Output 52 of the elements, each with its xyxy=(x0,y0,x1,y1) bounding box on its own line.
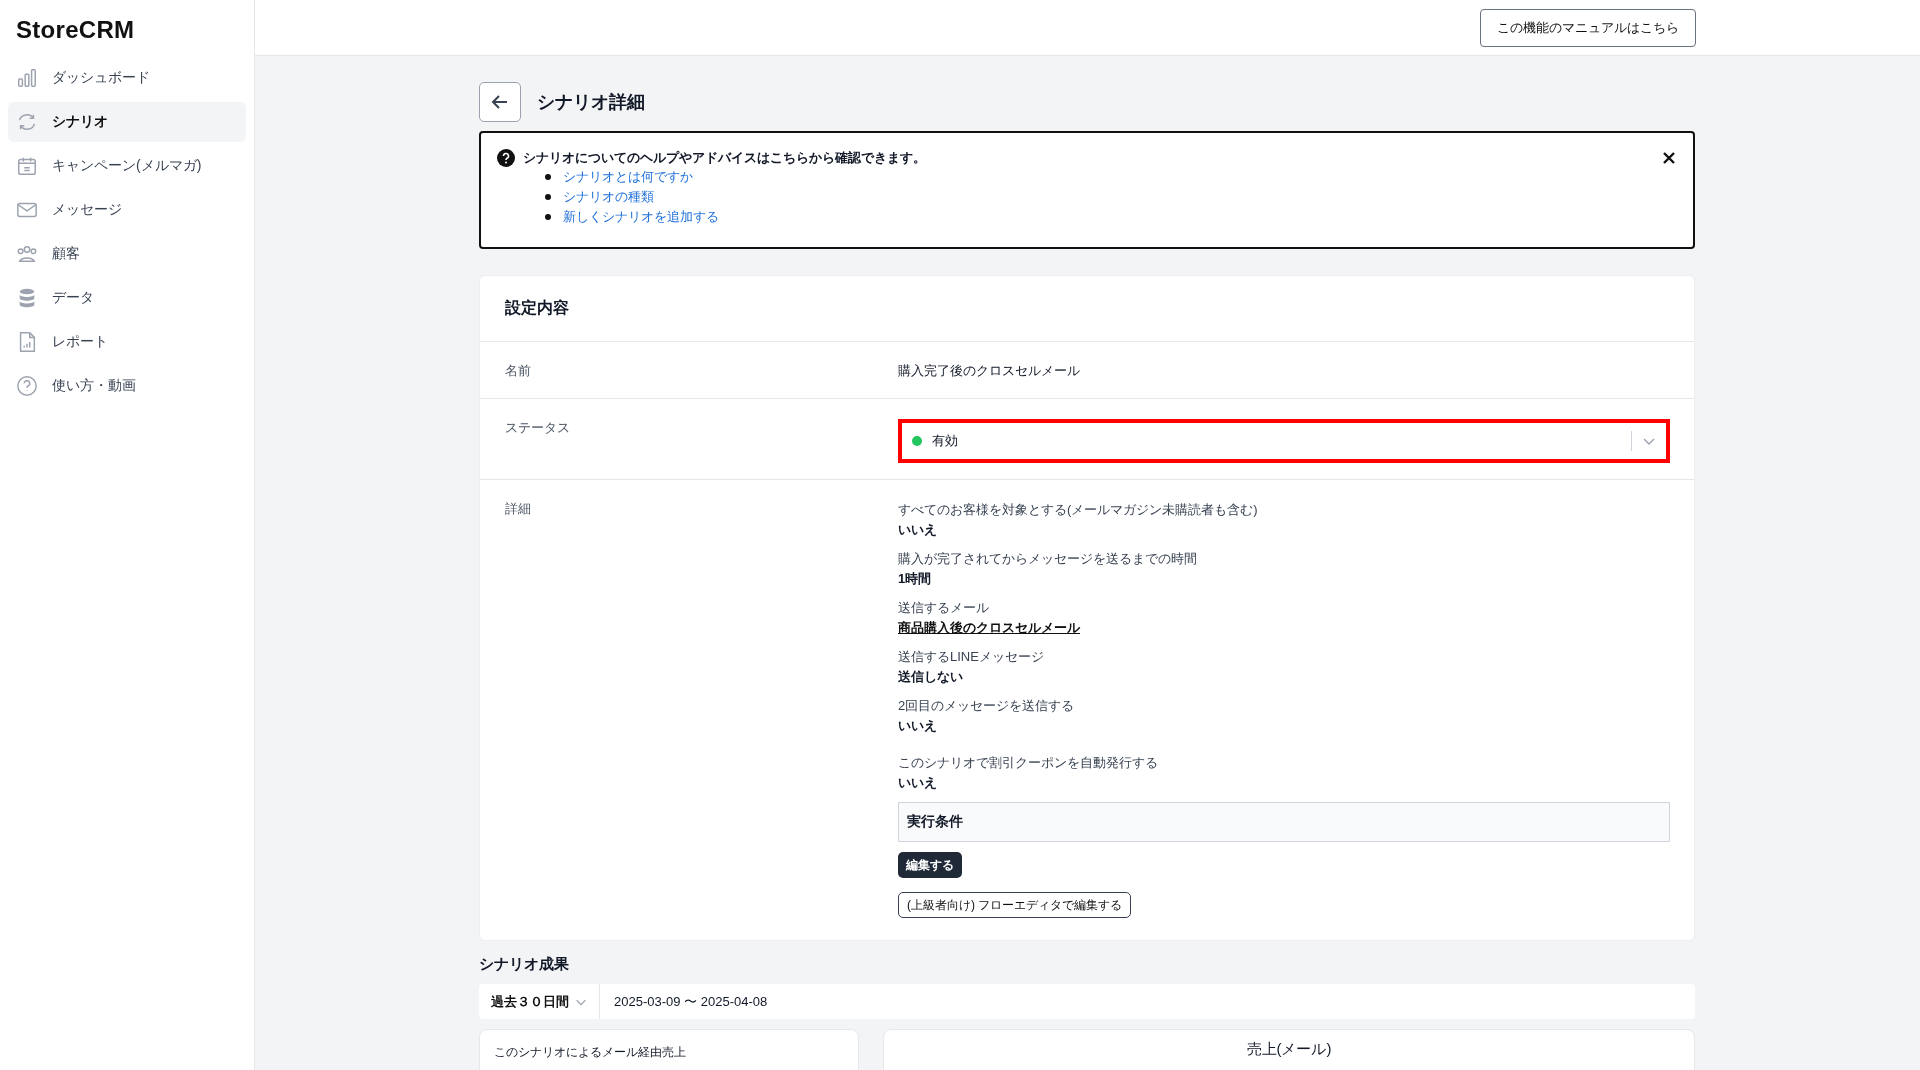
card-title: 売上(メール) xyxy=(1246,1040,1332,1059)
app-logo: StoreCRM xyxy=(15,15,136,45)
sidebar-item[interactable]: メッセージ xyxy=(8,190,246,230)
people-icon xyxy=(16,243,38,265)
section-title: 設定内容 xyxy=(480,276,1694,342)
email-link[interactable]: 商品購入後のクロスセルメール xyxy=(898,618,1080,638)
help-icon xyxy=(497,149,515,167)
page-title: シナリオ詳細 xyxy=(537,91,645,114)
calendar-icon xyxy=(16,155,38,177)
detail-label: 購入が完了されてからメッセージを送るまでの時間 xyxy=(898,550,1197,568)
period-dropdown[interactable]: 過去３０日間 xyxy=(479,984,600,1019)
field-label: 名前 xyxy=(505,362,532,380)
help-link[interactable]: シナリオとは何ですか xyxy=(563,168,693,186)
card-title: このシナリオによるメール経由売上 xyxy=(494,1045,686,1059)
status-select[interactable]: 有効 xyxy=(898,419,1670,463)
detail-label: 送信するメール xyxy=(898,599,990,617)
detail-label: 送信するLINEメッセージ xyxy=(898,648,1044,666)
sidebar-item[interactable]: レポート xyxy=(8,322,246,362)
bullet-icon xyxy=(545,174,551,180)
bar-chart-icon xyxy=(16,67,38,89)
detail-value: 1時間 xyxy=(898,570,933,588)
flow-editor-button[interactable]: (上級者向け) フローエディタで編集する xyxy=(898,892,1132,918)
sidebar-item[interactable]: キャンペーン(メルマガ) xyxy=(8,146,246,186)
section-title: シナリオ成果 xyxy=(479,955,570,974)
bullet-icon xyxy=(545,194,551,200)
help-text: シナリオについてのヘルプやアドバイスはこちらから確認できます。 xyxy=(523,149,927,167)
manual-button[interactable]: この機能のマニュアルはこちら xyxy=(1480,8,1696,47)
back-button[interactable] xyxy=(479,82,521,122)
detail-label: このシナリオで割引クーポンを自動発行する xyxy=(898,754,1158,772)
field-value: 購入完了後のクロスセルメール xyxy=(898,362,1080,380)
help-link[interactable]: シナリオの種類 xyxy=(563,188,654,206)
close-icon[interactable] xyxy=(1661,150,1677,166)
detail-value: 送信しない xyxy=(898,668,964,686)
detail-label: すべてのお客様を対象とする(メールマガジン未購読者も含む) xyxy=(898,501,1258,519)
field-label: ステータス xyxy=(505,419,571,437)
detail-label: 2回目のメッセージを送信する xyxy=(898,697,1075,715)
refresh-icon xyxy=(16,111,38,133)
field-label: 詳細 xyxy=(505,500,532,518)
sidebar-item[interactable]: 顧客 xyxy=(8,234,246,274)
detail-value: いいえ xyxy=(898,774,938,792)
detail-value: いいえ xyxy=(898,521,938,539)
sidebar-item[interactable]: シナリオ xyxy=(8,102,246,142)
panel-title: 実行条件 xyxy=(907,813,963,831)
date-range: 2025-03-09 〜 2025-04-08 xyxy=(613,992,768,1011)
sidebar-item[interactable]: データ xyxy=(8,278,246,318)
sidebar-item[interactable]: 使い方・動画 xyxy=(8,366,246,406)
bullet-icon xyxy=(545,214,551,220)
sidebar-item[interactable]: ダッシュボード xyxy=(8,58,246,98)
help-link[interactable]: 新しくシナリオを追加する xyxy=(563,208,719,226)
help-icon xyxy=(16,375,38,397)
edit-button[interactable]: 編集する xyxy=(898,852,962,878)
detail-value: いいえ xyxy=(898,717,938,735)
